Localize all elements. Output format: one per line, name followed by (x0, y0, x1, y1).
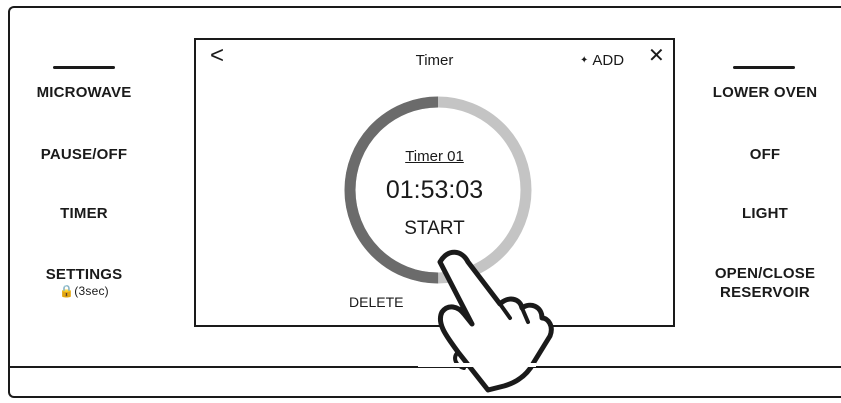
open-close-reservoir-button[interactable]: OPEN/CLOSE RESERVOIR (702, 264, 828, 302)
microwave-indicator (53, 66, 115, 69)
timer-time-display: 01:53:03 (385, 176, 484, 204)
timer-name-link[interactable]: Timer 01 (196, 148, 673, 165)
plus-icon: ✦ (580, 55, 589, 66)
off-button[interactable]: OFF (702, 145, 828, 164)
settings-lock-hint: 🔒(3sec) (59, 284, 109, 298)
timer-button[interactable]: TIMER (24, 204, 144, 223)
lower-oven-indicator (733, 66, 795, 69)
divider-mask (418, 363, 536, 367)
microwave-button[interactable]: MICROWAVE (24, 83, 144, 102)
pointing-hand-icon (418, 249, 554, 393)
settings-label: SETTINGS (45, 266, 123, 283)
pause-off-button[interactable]: PAUSE/OFF (24, 145, 144, 164)
start-button[interactable]: START (196, 218, 673, 240)
settings-button[interactable]: SETTINGS 🔒(3sec) (24, 265, 144, 298)
light-button[interactable]: LIGHT (702, 204, 828, 223)
close-icon[interactable]: ✕ (648, 45, 665, 67)
add-timer-button[interactable]: ✦ ADD (580, 52, 624, 69)
delete-button[interactable]: DELETE (349, 294, 403, 310)
lower-oven-button[interactable]: LOWER OVEN (702, 83, 828, 102)
add-label: ADD (592, 52, 625, 69)
